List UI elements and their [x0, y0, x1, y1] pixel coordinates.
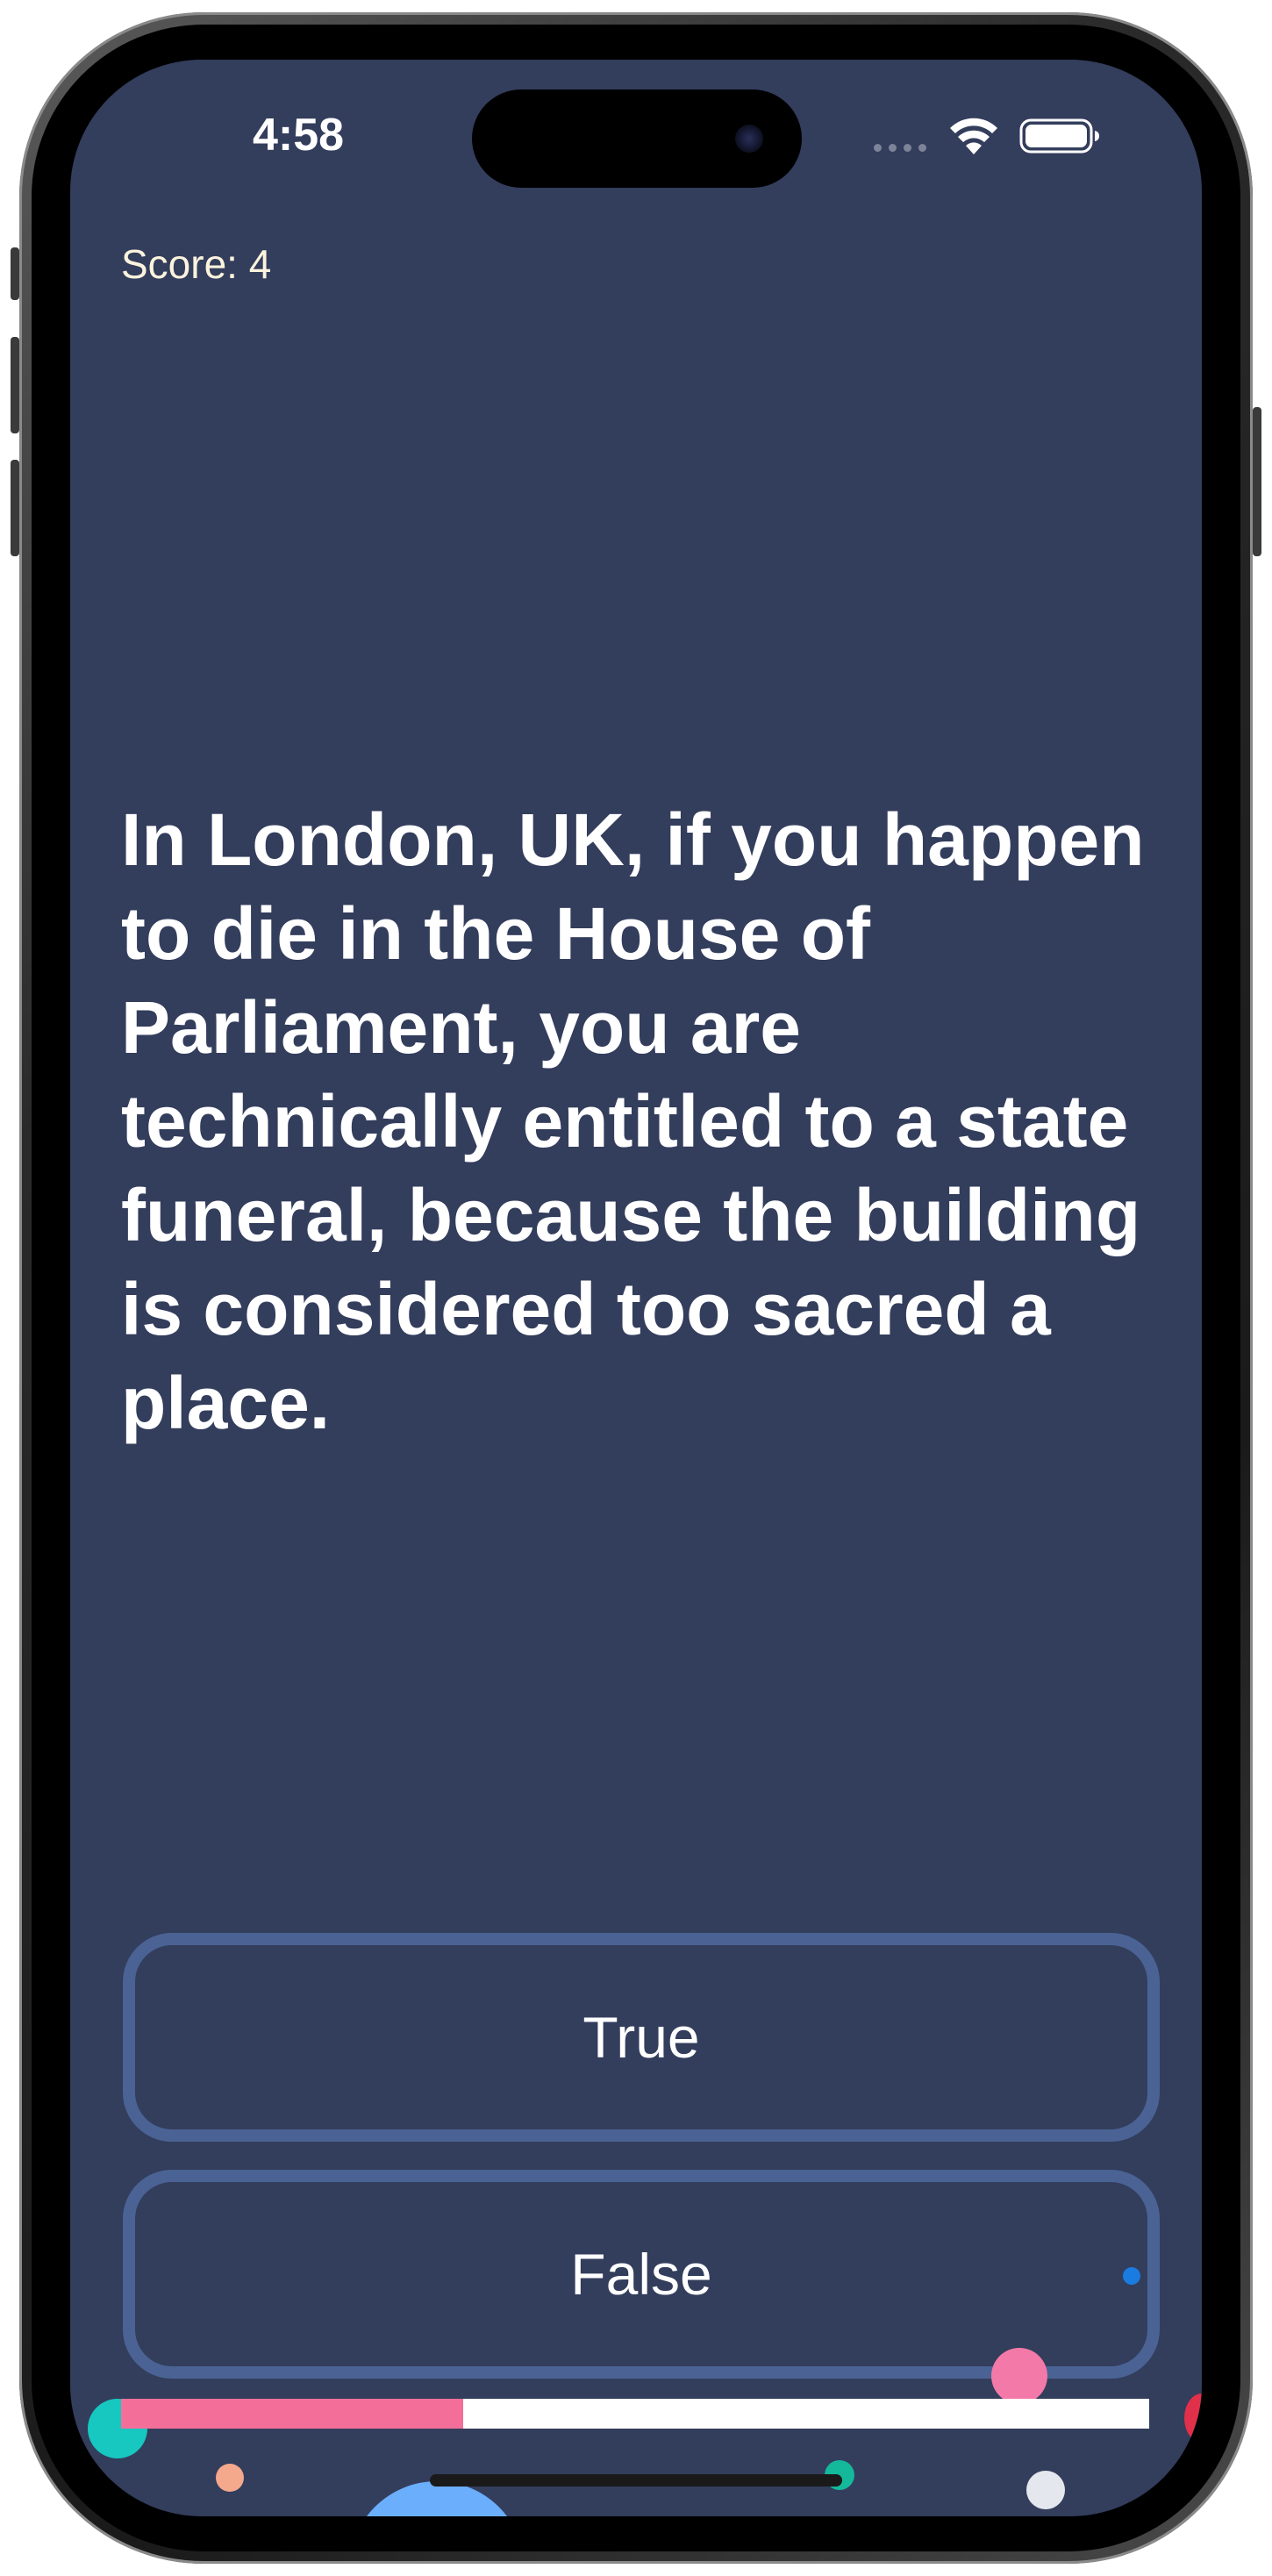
volume-down-button [11, 460, 19, 556]
wifi-icon [950, 118, 997, 154]
app-screen: 4:58 Score: 4 In London, UK, if you happ… [70, 60, 1202, 2516]
confetti-dot [1123, 2267, 1140, 2285]
quiz-progress-bar [121, 2399, 1149, 2429]
action-button [11, 247, 19, 300]
confetti-dot [349, 2481, 525, 2516]
confetti-dot [1026, 2471, 1065, 2509]
confetti-dot [991, 2348, 1047, 2404]
status-time: 4:58 [252, 110, 345, 161]
confetti-dot [1184, 2394, 1202, 2443]
score-label: Score: 4 [121, 241, 272, 287]
front-camera-icon [735, 125, 763, 153]
home-indicator[interactable] [430, 2474, 842, 2487]
false-button[interactable]: False [123, 2170, 1160, 2379]
dynamic-island [472, 89, 802, 188]
volume-up-button [11, 337, 19, 433]
true-button[interactable]: True [123, 1933, 1160, 2142]
power-button [1253, 407, 1261, 556]
cellular-signal-icon [874, 144, 926, 152]
question-text: In London, UK, if you happen to die in t… [121, 798, 1145, 1444]
quiz-progress-fill [121, 2399, 464, 2429]
battery-icon [1019, 118, 1099, 154]
confetti-dot [216, 2464, 244, 2492]
